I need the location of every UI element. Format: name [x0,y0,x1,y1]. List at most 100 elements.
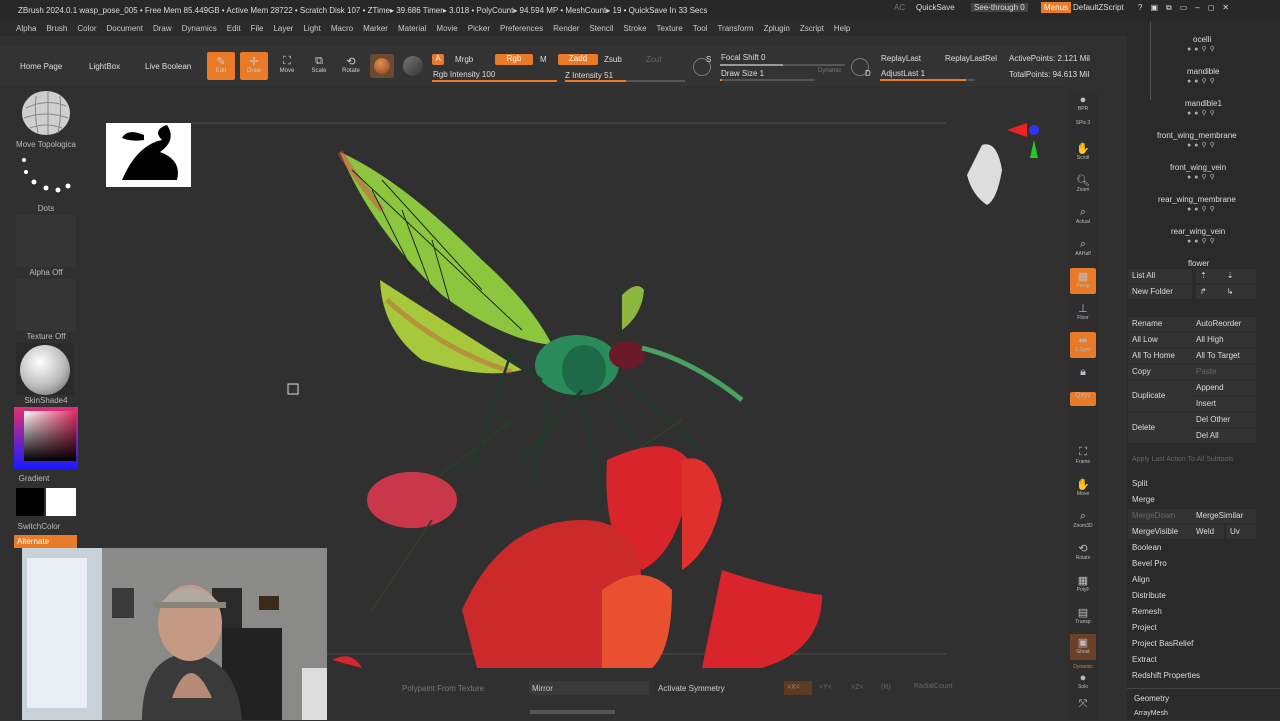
color-sphere-icon[interactable] [403,56,423,76]
menu-brush[interactable]: Brush [46,24,67,33]
focal-shift-slider[interactable] [720,64,845,66]
home-page-button[interactable]: Home Page [20,62,62,71]
subtool-ocelli-eye-icon[interactable]: ●●⚲⚲ [1187,45,1218,53]
redshift-properties-section[interactable]: Redshift Properties [1128,669,1256,683]
insert-button[interactable]: Insert [1192,397,1256,411]
solo-button[interactable]: Dynamic ● Solo [1070,664,1096,690]
subtool-rear-wing-vein[interactable]: rear_wing_vein [1171,227,1225,236]
z-intensity-slider[interactable] [565,80,685,82]
apply-last-action-button[interactable]: Apply Last Action To All Subtools [1128,453,1256,467]
list-all-button[interactable]: List All [1128,269,1192,283]
merge-section[interactable]: Merge [1128,493,1256,507]
lightbox-button[interactable]: LightBox [89,62,120,71]
mergedown-button[interactable]: MergeDown [1128,509,1192,523]
polypaint-from-texture-button[interactable]: Polypaint From Texture [402,684,484,693]
persp-button[interactable]: ▦ Persp [1070,268,1096,294]
move-view-button[interactable]: ✋ Move [1070,476,1096,502]
subtool-front-wing-vein[interactable]: front_wing_vein [1170,163,1226,172]
menu-stencil[interactable]: Stencil [589,24,613,33]
menu-dynamics[interactable]: Dynamics [182,24,217,33]
menus-button[interactable]: Menus [1041,2,1072,13]
actual-button[interactable]: ⌕ Actual [1070,204,1096,230]
all-to-target-button[interactable]: All To Target [1192,349,1256,363]
mrgb-button[interactable]: Mrgb [455,55,473,64]
replaylast-button[interactable]: ReplayLast [881,54,921,63]
project-section[interactable]: Project [1128,621,1256,635]
draw-button[interactable]: ✛ Draw [240,52,268,80]
transp-button[interactable]: ▤ Transp [1070,604,1096,630]
brush-thumbnail[interactable] [16,88,76,138]
subtool-mandible1-eye-icon[interactable]: ●●⚲⚲ [1187,109,1218,117]
arrow-up-down-icon[interactable]: ⇡⇣ [1196,269,1256,283]
bevel-pro-section[interactable]: Bevel Pro [1128,557,1256,571]
menu-document[interactable]: Document [107,24,143,33]
mergevisible-button[interactable]: MergeVisible [1128,525,1192,539]
radial-symmetry-button[interactable]: (R) [881,684,891,691]
bottom-scroll-handle[interactable] [530,710,615,714]
subtool-mandible[interactable]: mandible [1187,67,1219,76]
all-to-home-button[interactable]: All To Home [1128,349,1192,363]
menu-draw[interactable]: Draw [153,24,172,33]
menu-marker[interactable]: Marker [363,24,388,33]
menu-render[interactable]: Render [553,24,579,33]
texture-thumbnail[interactable] [16,279,76,331]
del-all-button[interactable]: Del All [1192,429,1256,443]
del-other-button[interactable]: Del Other [1192,413,1256,427]
menu-material[interactable]: Material [398,24,426,33]
lsym-button[interactable]: ⇹ L.Sym [1070,332,1096,358]
live-boolean-button[interactable]: Live Boolean [145,62,191,71]
color-square[interactable] [24,411,76,461]
menu-preferences[interactable]: Preferences [500,24,543,33]
autoreorder-button[interactable]: AutoReorder [1192,317,1256,331]
uv-button[interactable]: Uv [1226,525,1256,539]
subtool-ocelli[interactable]: ocelli [1193,35,1211,44]
split-section[interactable]: Split [1128,477,1256,491]
mergesimilar-button[interactable]: MergeSimilar [1192,509,1256,523]
alpha-thumbnail[interactable] [16,215,76,267]
align-section[interactable]: Align [1128,573,1256,587]
append-button[interactable]: Append [1192,381,1256,395]
subtool-mandible1[interactable]: mandible1 [1185,99,1222,108]
seethrough-slider[interactable]: See-through 0 [971,3,1028,12]
weld-button[interactable]: Weld [1192,525,1224,539]
zoom3d-button[interactable]: ⌕ Zoom3D [1070,508,1096,534]
y-symmetry-button[interactable]: >Y< [819,684,832,691]
project-basrelief-section[interactable]: Project BasRelief [1128,637,1256,651]
draw-size-slider[interactable] [720,79,815,81]
polyf-button[interactable]: ▦ PolyF [1070,572,1096,598]
adjustlast-track[interactable] [880,79,975,81]
menu-layer[interactable]: Layer [273,24,293,33]
new-folder-button[interactable]: New Folder [1128,285,1192,299]
zcut-button[interactable]: Zcut [646,55,662,64]
menu-tool[interactable]: Tool [693,24,708,33]
rotate-view-button[interactable]: ⟲ Rotate [1070,540,1096,566]
subtool-flower[interactable]: flower [1188,259,1209,268]
dynamic-button[interactable]: Dynamic [818,68,841,74]
aahalf-button[interactable]: ⌕ AAHalf [1070,236,1096,262]
switchcolor-button[interactable]: SwitchColor [0,522,78,531]
rgb-button[interactable]: Rgb [495,54,533,65]
replaylastrel-button[interactable]: ReplayLastRel [945,54,997,63]
rgb-intensity-slider[interactable] [432,80,557,82]
ghost-button[interactable]: ▣ Ghost [1070,634,1096,660]
menu-texture[interactable]: Texture [657,24,683,33]
menu-picker[interactable]: Picker [468,24,490,33]
edit-button[interactable]: ✎ Edit [207,52,235,80]
subtool-rear-wing-vein-eye-icon[interactable]: ●●⚲⚲ [1187,237,1218,245]
extract-section[interactable]: Extract [1128,653,1256,667]
all-low-button[interactable]: All Low [1128,333,1192,347]
remesh-section[interactable]: Remesh [1128,605,1256,619]
radial-count-slider[interactable]: RadialCount [914,683,953,690]
default-zscript-button[interactable]: DefaultZScript [1073,3,1124,12]
bpr-button[interactable]: ● BPR [1070,92,1096,118]
paste-button[interactable]: Paste [1192,365,1256,379]
window-controls[interactable]: ?▣⧉▭–◻✕ [1138,3,1237,13]
x-symmetry-button[interactable]: >X< [784,681,812,695]
menu-file[interactable]: File [251,24,264,33]
menu-edit[interactable]: Edit [227,24,241,33]
main-color-swatch[interactable] [46,488,76,516]
scroll-button[interactable]: ✋ Scroll [1070,140,1096,166]
subtool-front-wing-membrane-eye-icon[interactable]: ●●⚲⚲ [1187,141,1218,149]
duplicate-button[interactable]: Duplicate [1128,381,1192,411]
menu-zscript[interactable]: Zscript [800,24,824,33]
